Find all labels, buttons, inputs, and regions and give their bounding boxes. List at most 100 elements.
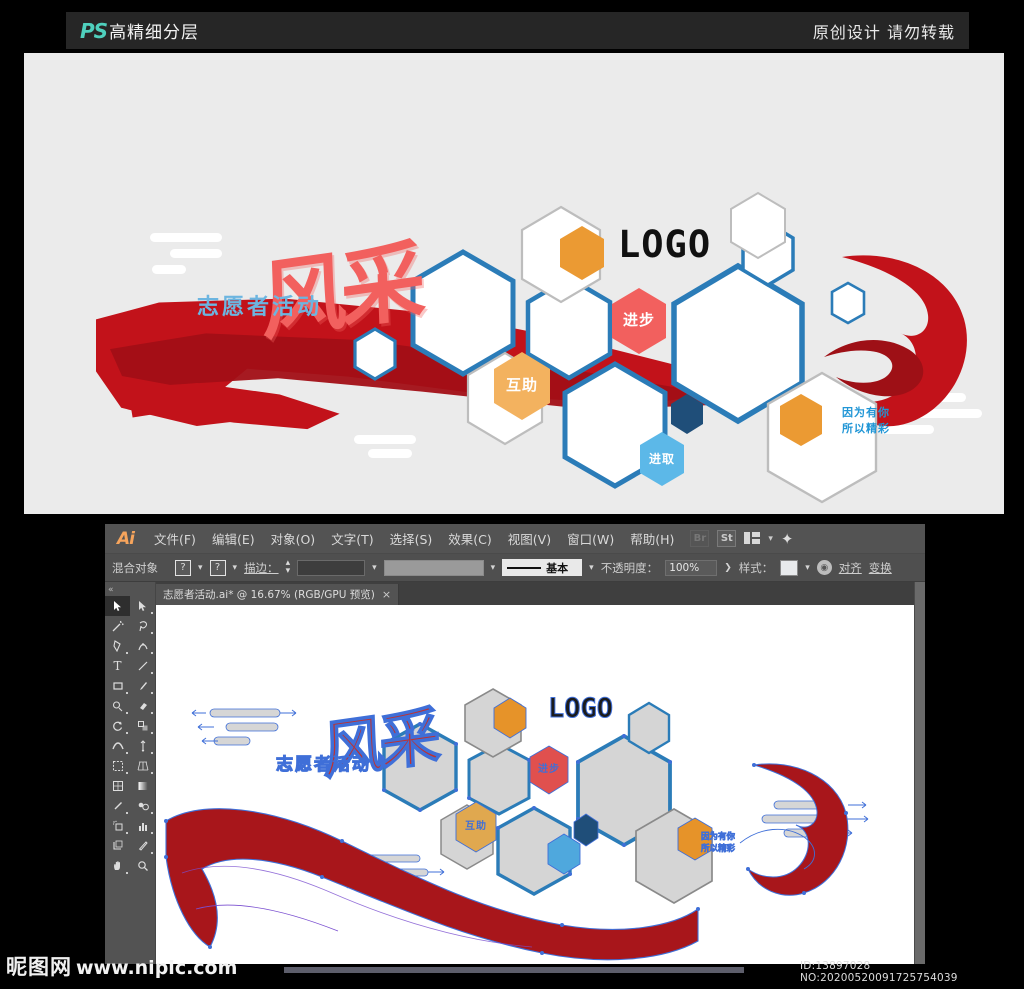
mesh-tool[interactable] (105, 776, 130, 796)
eyedropper-tool[interactable] (105, 796, 130, 816)
canvas-title-sub[interactable]: 志愿者活动 (276, 750, 371, 776)
recolor-artwork-icon[interactable]: ◉ (816, 560, 832, 575)
width-profile-dropdown-icon[interactable]: ▾ (491, 563, 496, 573)
style-dropdown-icon[interactable]: ▾ (805, 563, 810, 573)
hexagon-enterprising[interactable]: 进取 (638, 431, 686, 487)
hexagon-vector-progress[interactable]: 进步 (528, 745, 570, 795)
selection-tool[interactable] (105, 596, 130, 616)
graphic-style-swatch[interactable] (780, 559, 799, 576)
shape-builder-tool[interactable] (105, 756, 130, 776)
canvas-vertical-scrollbar[interactable] (914, 582, 925, 964)
width-tool[interactable] (105, 736, 130, 756)
slogan-line-2: 所以精彩 (842, 421, 890, 435)
slice-tool[interactable] (130, 836, 155, 856)
menu-edit[interactable]: 编辑(E) (204, 525, 263, 552)
direct-selection-tool[interactable] (130, 596, 155, 616)
copyright-note: 原创设计 请勿转载 (812, 22, 955, 42)
menu-file[interactable]: 文件(F) (146, 525, 204, 552)
canvas-title-main[interactable]: 风采 (321, 685, 438, 791)
stroke-weight-label[interactable]: 描边： (244, 560, 279, 576)
hexagon-vector-navy[interactable] (572, 813, 600, 847)
fill-color-unknown-swatch[interactable]: ? (175, 559, 191, 576)
style-label: 样式： (738, 560, 774, 575)
rotate-tool[interactable] (105, 716, 130, 736)
free-transform-tool[interactable] (130, 736, 155, 756)
menu-type[interactable]: 文字(T) (323, 525, 381, 552)
column-graph-tool[interactable] (130, 816, 155, 836)
document-tab-bar: 志愿者活动.ai* @ 16.67% (RGB/GPU 预览) × (156, 582, 914, 605)
lasso-tool[interactable] (130, 616, 155, 636)
menu-help[interactable]: 帮助(H) (622, 525, 682, 552)
perspective-grid-tool[interactable] (130, 756, 155, 776)
red-ribbon-swirl-vector[interactable] (739, 759, 850, 899)
menu-object[interactable]: 对象(O) (263, 525, 324, 552)
canvas-slogan-line-2: 所以精彩 (700, 844, 736, 855)
hexagon-outline-gray (728, 191, 788, 261)
menu-view[interactable]: 视图(V) (500, 525, 559, 552)
brush-definition-select[interactable]: 基本 (502, 559, 583, 576)
fill-dropdown-icon[interactable]: ▾ (198, 563, 203, 573)
page-header-bar: PS 高精细分层 原创设计 请勿转载 (66, 12, 969, 49)
hexagon-progress[interactable]: 进步 (610, 287, 668, 355)
menu-select[interactable]: 选择(S) (382, 525, 441, 552)
shaper-tool[interactable] (105, 696, 130, 716)
illustrator-window: Ai 文件(F) 编辑(E) 对象(O) 文字(T) 选择(S) 效果(C) 视… (105, 524, 925, 964)
stroke-weight-stepper[interactable]: ▴ ▾ (286, 559, 291, 575)
bridge-button[interactable]: Br (690, 530, 710, 547)
opacity-field[interactable]: 100% (665, 559, 718, 576)
artwork-slogan: 因为有你 所以精彩 (824, 405, 908, 437)
hexagon-mutual-aid[interactable]: 互助 (492, 351, 552, 421)
stock-button[interactable]: St (717, 530, 737, 547)
magic-wand-tool[interactable] (105, 616, 130, 636)
brush-dropdown-icon[interactable]: ▾ (589, 563, 594, 573)
hexagon-vector-orange[interactable] (492, 697, 528, 739)
stroke-weight-dropdown-icon[interactable]: ▾ (372, 563, 377, 573)
rectangle-tool[interactable] (105, 676, 130, 696)
symbol-sprayer-tool[interactable] (105, 816, 130, 836)
hexagon-vector[interactable] (626, 701, 672, 755)
align-button[interactable]: 对齐 (839, 560, 862, 576)
toolbar-collapse-icon[interactable]: « (105, 584, 155, 596)
rocket-icon[interactable]: ✦ (781, 530, 794, 548)
artwork-canvas: 进步 互助 进取 风采 志愿者活动 LOGO 因为有你 所以精彩 (24, 53, 1004, 514)
canvas-slogan[interactable]: 因为有你 所以精彩 (686, 831, 750, 856)
artboard-tool[interactable] (105, 836, 130, 856)
canvas-logo-text[interactable]: LOGO (547, 693, 613, 725)
stroke-weight-field[interactable] (297, 559, 366, 576)
variable-width-profile-field[interactable] (383, 559, 484, 576)
hexagon-outline (830, 281, 866, 325)
site-name-cn: 昵图网 (6, 955, 72, 979)
stroke-dropdown-icon[interactable]: ▾ (233, 563, 238, 573)
scale-tool[interactable] (130, 716, 155, 736)
document-tab[interactable]: 志愿者活动.ai* @ 16.67% (RGB/GPU 预览) × (156, 584, 400, 605)
illustrator-logo-icon: Ai (117, 528, 135, 549)
chevron-down-icon[interactable]: ▾ (768, 534, 773, 544)
transform-button[interactable]: 变换 (869, 560, 892, 576)
hexagon-vector-mutual-aid[interactable]: 互助 (454, 801, 498, 853)
site-watermark: 昵图网 www.nipic.com (6, 951, 237, 981)
toolbar-tool-grid: T (105, 596, 155, 876)
brand-title: 高精细分层 (109, 23, 200, 43)
hand-tool[interactable] (105, 856, 130, 876)
menu-window[interactable]: 窗口(W) (559, 525, 622, 552)
illustrator-menu-bar: Ai 文件(F) 编辑(E) 对象(O) 文字(T) 选择(S) 效果(C) 视… (105, 524, 925, 554)
artwork-title-sub: 志愿者活动 (197, 295, 323, 320)
brand-group: PS 高精细分层 (80, 18, 199, 43)
zoom-tool[interactable] (130, 856, 155, 876)
paintbrush-tool[interactable] (130, 676, 155, 696)
curvature-tool[interactable] (130, 636, 155, 656)
workspace-switcher-icon[interactable] (744, 529, 761, 548)
gradient-tool[interactable] (130, 776, 155, 796)
line-segment-tool[interactable] (130, 656, 155, 676)
close-icon[interactable]: × (382, 588, 391, 601)
hexagon-navy-small (669, 393, 705, 435)
pen-tool[interactable] (105, 636, 130, 656)
stroke-color-unknown-swatch[interactable]: ? (209, 559, 226, 576)
menu-effect[interactable]: 效果(C) (440, 525, 499, 552)
opacity-flyout-icon[interactable]: ❯ (724, 563, 732, 573)
blend-tool[interactable] (130, 796, 155, 816)
illustrator-canvas[interactable]: 进步 互助 风采 志愿者活动 LOGO 因为有你 所以精彩 (156, 605, 914, 964)
type-tool[interactable]: T (105, 656, 130, 676)
eraser-tool[interactable] (130, 696, 155, 716)
document-tab-title: 志愿者活动.ai* @ 16.67% (RGB/GPU 预览) (163, 589, 375, 601)
